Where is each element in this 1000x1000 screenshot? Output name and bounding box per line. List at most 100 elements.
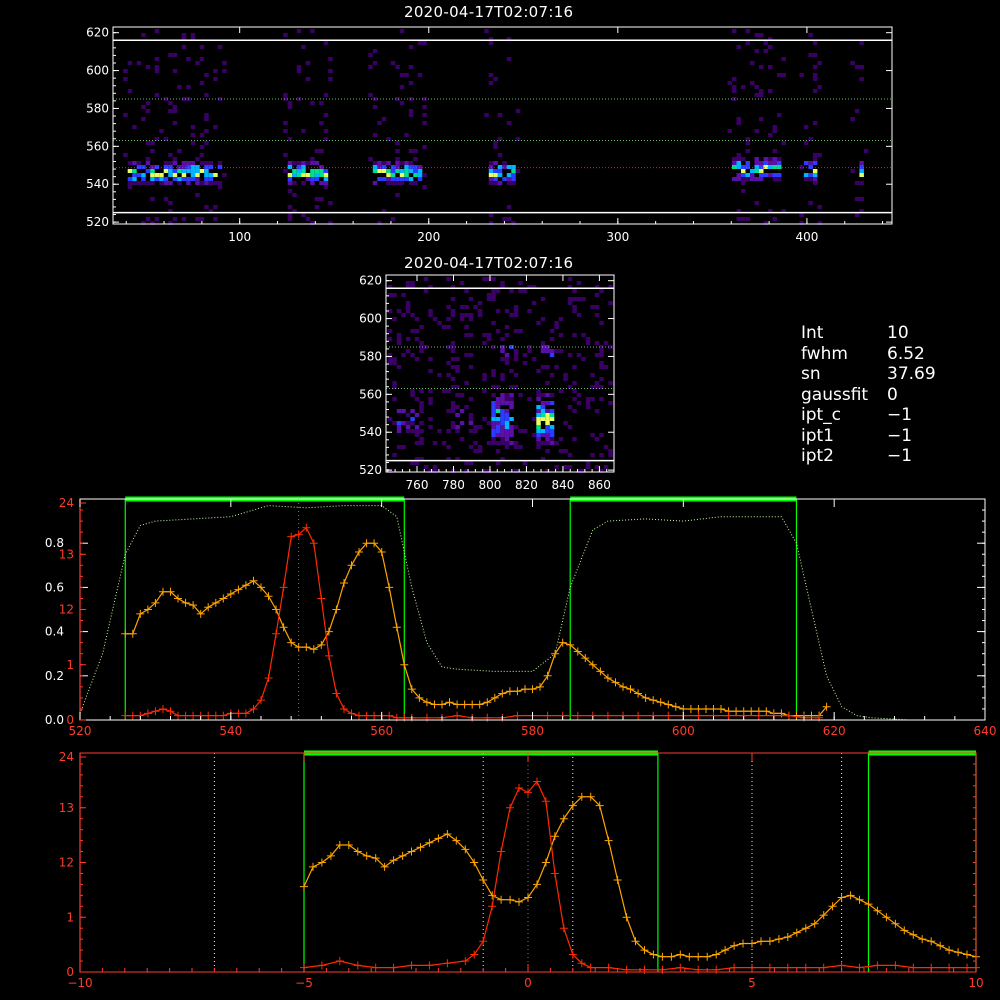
red-y-tick-label: 0 bbox=[66, 713, 74, 727]
image-pixel bbox=[549, 353, 555, 357]
image-pixel bbox=[540, 317, 546, 321]
image-pixel bbox=[511, 169, 516, 173]
x-tick-label: 400 bbox=[795, 230, 818, 244]
image-pixel bbox=[803, 161, 809, 165]
fit-info-value: 10 bbox=[887, 323, 909, 343]
image-pixel bbox=[772, 165, 777, 169]
image-pixel bbox=[450, 345, 456, 349]
x-tick-label: 800 bbox=[479, 478, 502, 492]
image-pixel bbox=[536, 397, 541, 401]
image-pixel bbox=[450, 341, 456, 345]
image-pixel bbox=[549, 409, 555, 413]
image-pixel bbox=[446, 445, 451, 449]
profile-point-marker bbox=[309, 539, 318, 548]
top-image-title: 2020-04-17T02:07:16 bbox=[404, 3, 574, 21]
image-pixel bbox=[172, 177, 178, 181]
image-pixel bbox=[287, 165, 293, 169]
profile-point-marker bbox=[686, 705, 695, 713]
profile-point-marker bbox=[559, 814, 568, 823]
image-pixel bbox=[319, 197, 324, 201]
image-pixel bbox=[545, 441, 550, 445]
image-pixel bbox=[181, 165, 187, 169]
image-pixel bbox=[404, 161, 409, 165]
image-pixel bbox=[410, 313, 415, 317]
image-pixel bbox=[464, 289, 469, 293]
image-pixel bbox=[181, 161, 187, 165]
image-pixel bbox=[506, 177, 512, 181]
image-pixel bbox=[486, 421, 492, 425]
image-pixel bbox=[745, 165, 750, 169]
profile-point-marker bbox=[586, 963, 595, 972]
image-pixel bbox=[387, 329, 393, 333]
image-pixel bbox=[136, 181, 142, 185]
image-pixel bbox=[428, 397, 433, 401]
profile-point-marker bbox=[515, 784, 523, 792]
profile-point-marker bbox=[550, 832, 559, 841]
profile-point-marker bbox=[506, 803, 515, 812]
image-pixel bbox=[208, 161, 214, 165]
image-pixel bbox=[854, 197, 860, 201]
image-pixel bbox=[123, 153, 128, 157]
image-pixel bbox=[177, 165, 182, 169]
profile-point-marker bbox=[488, 902, 497, 911]
image-pixel bbox=[422, 105, 427, 109]
image-pixel bbox=[504, 421, 510, 425]
image-pixel bbox=[599, 453, 604, 457]
image-pixel bbox=[497, 173, 503, 177]
image-pixel bbox=[408, 65, 414, 69]
image-pixel bbox=[141, 177, 146, 181]
image-pixel bbox=[372, 181, 378, 185]
image-pixel bbox=[141, 165, 146, 169]
profile-point-marker bbox=[676, 963, 685, 972]
image-pixel bbox=[750, 177, 755, 181]
image-pixel bbox=[368, 93, 373, 97]
image-pixel bbox=[854, 65, 860, 69]
profile-point-marker bbox=[407, 847, 416, 856]
profile-point-marker bbox=[128, 711, 137, 720]
image-pixel bbox=[410, 329, 415, 333]
image-pixel bbox=[141, 33, 146, 37]
image-pixel bbox=[419, 389, 424, 393]
image-pixel bbox=[599, 321, 604, 325]
image-pixel bbox=[136, 61, 142, 65]
image-pixel bbox=[741, 165, 746, 169]
image-pixel bbox=[817, 61, 822, 65]
image-pixel bbox=[323, 113, 329, 117]
image-pixel bbox=[599, 397, 604, 401]
image-pixel bbox=[446, 389, 451, 393]
image-pixel bbox=[464, 305, 469, 309]
image-pixel bbox=[399, 101, 405, 105]
image-pixel bbox=[305, 217, 311, 221]
image-pixel bbox=[408, 169, 414, 173]
image-pixel bbox=[808, 53, 813, 57]
image-pixel bbox=[283, 121, 288, 125]
image-pixel bbox=[527, 349, 532, 353]
image-pixel bbox=[136, 165, 142, 169]
image-pixel bbox=[736, 153, 741, 157]
profile-point-marker bbox=[882, 913, 891, 922]
profile-point-marker bbox=[846, 891, 855, 900]
image-pixel bbox=[594, 437, 600, 441]
image-pixel bbox=[141, 105, 146, 109]
image-pixel bbox=[563, 421, 568, 425]
image-pixel bbox=[127, 89, 133, 93]
image-pixel bbox=[540, 433, 546, 437]
image-pixel bbox=[759, 65, 764, 69]
image-pixel bbox=[386, 181, 391, 185]
image-pixel bbox=[455, 369, 460, 373]
velocity-profile-plot: −10 −5 0 5 1001121324 bbox=[59, 750, 984, 990]
image-pixel bbox=[540, 401, 546, 405]
image-pixel bbox=[432, 317, 438, 321]
profile-point-marker bbox=[479, 876, 488, 884]
image-pixel bbox=[208, 173, 214, 177]
image-pixel bbox=[859, 181, 864, 185]
image-pixel bbox=[563, 465, 568, 469]
image-pixel bbox=[750, 81, 755, 85]
image-pixel bbox=[396, 445, 402, 449]
profile-point-marker bbox=[438, 700, 446, 709]
image-pixel bbox=[488, 177, 494, 181]
image-pixel bbox=[608, 301, 613, 305]
profile-point-marker bbox=[664, 700, 673, 709]
image-pixel bbox=[540, 393, 546, 397]
image-pixel bbox=[141, 173, 146, 177]
